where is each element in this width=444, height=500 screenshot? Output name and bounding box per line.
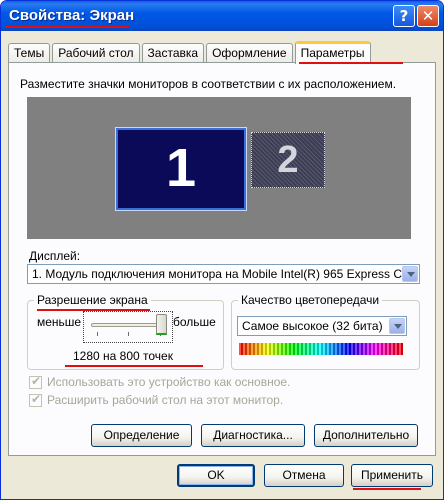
check-icon: ✔ <box>31 374 42 388</box>
resolution-slider-thumb[interactable] <box>155 314 167 335</box>
resolution-value: 1280 на 800 точек <box>73 349 173 363</box>
tab-screensaver[interactable]: Заставка <box>141 43 205 63</box>
extend-desktop-checkbox[interactable]: ✔ <box>29 392 42 407</box>
chevron-down-icon[interactable] <box>402 266 418 282</box>
title-bar[interactable]: Свойства: Экран ? ✕ <box>1 1 443 31</box>
tab-strip: Темы Рабочий стол Заставка Оформление Па… <box>8 41 373 64</box>
help-button[interactable]: ? <box>393 5 415 27</box>
identify-button[interactable]: Определение <box>91 424 192 447</box>
monitor-2-number: 2 <box>277 139 299 181</box>
monitor-2-icon[interactable]: 2 <box>251 132 325 188</box>
monitor-1-number: 1 <box>165 138 197 198</box>
color-quality-select[interactable]: Самое высокое (32 бита) <box>237 316 407 336</box>
advanced-button[interactable]: Дополнительно <box>314 424 418 447</box>
tab-themes[interactable]: Темы <box>8 43 51 63</box>
slider-tick <box>128 332 129 336</box>
check-icon: ✔ <box>31 392 42 406</box>
display-select-value: 1. Модуль подключения монитора на Mobile… <box>32 267 409 281</box>
close-button[interactable]: ✕ <box>417 5 439 27</box>
apply-button[interactable]: Применить <box>351 464 433 487</box>
ok-button[interactable]: OK <box>177 464 255 487</box>
cancel-button[interactable]: Отмена <box>264 464 344 487</box>
display-properties-window: Свойства: Экран ? ✕ Темы Рабочий стол За… <box>0 0 444 500</box>
instruction-text: Разместите значки мониторов в соответств… <box>20 77 397 91</box>
display-label: Дисплей: <box>29 249 81 263</box>
annotation-underline <box>5 26 129 28</box>
primary-device-label: Использовать это устройство как основное… <box>47 375 291 389</box>
primary-device-checkbox[interactable]: ✔ <box>29 374 42 389</box>
slider-less-label: меньше <box>37 315 82 329</box>
annotation-underline <box>299 62 403 64</box>
slider-more-label: больше <box>173 315 216 329</box>
annotation-underline <box>353 488 421 490</box>
monitor-1-icon[interactable]: 1 <box>115 127 247 211</box>
annotation-underline <box>65 365 203 367</box>
window-title: Свойства: Экран <box>9 7 135 24</box>
color-spectrum-bar <box>239 343 403 355</box>
slider-tick <box>97 332 98 336</box>
color-quality-legend: Качество цветопередачи <box>238 293 383 307</box>
troubleshoot-button[interactable]: Диагностика... <box>201 424 305 447</box>
tab-settings[interactable]: Параметры <box>294 41 371 64</box>
color-quality-value: Самое высокое (32 бита) <box>242 319 383 333</box>
tab-appearance[interactable]: Оформление <box>206 43 293 63</box>
display-select[interactable]: 1. Модуль подключения монитора на Mobile… <box>27 264 420 284</box>
resolution-legend: Разрешение экрана <box>34 293 151 307</box>
chevron-down-icon[interactable] <box>389 318 405 334</box>
tab-desktop[interactable]: Рабочий стол <box>52 43 140 63</box>
extend-desktop-label: Расширить рабочий стол на этот монитор. <box>47 393 284 407</box>
